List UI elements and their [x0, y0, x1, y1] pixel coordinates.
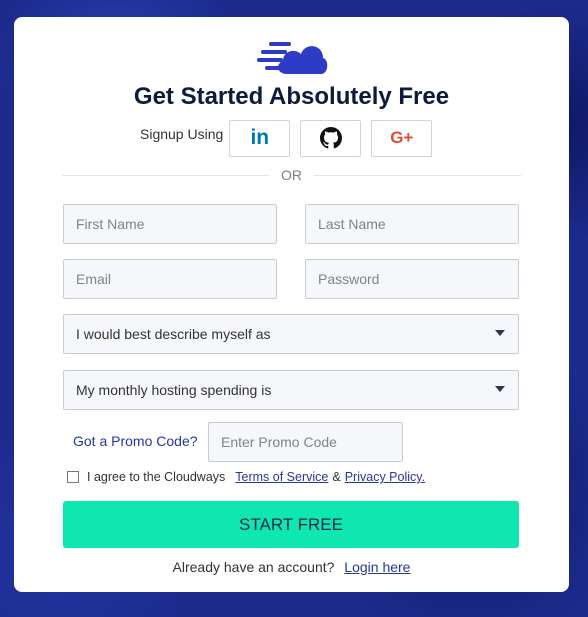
agree-checkbox[interactable] — [67, 471, 79, 483]
email-input[interactable] — [63, 259, 277, 299]
terms-agreement: I agree to the Cloudways Terms of Servic… — [67, 470, 425, 484]
github-icon — [319, 127, 342, 149]
login-row: Already have an account? Login here — [14, 559, 569, 575]
divider-line-right — [314, 174, 521, 176]
linkedin-icon: in — [250, 126, 270, 149]
divider-line-left — [62, 174, 269, 176]
caret-down-icon — [495, 386, 505, 392]
signup-label: Signup Using — [140, 126, 224, 142]
first-name-input[interactable] — [63, 204, 277, 244]
login-prompt: Already have an account? — [172, 559, 335, 575]
or-divider: OR — [62, 167, 521, 183]
google-plus-icon: G+ — [390, 128, 414, 147]
login-link[interactable]: Login here — [344, 559, 410, 575]
ampersand-text: & — [332, 470, 341, 484]
password-input[interactable] — [305, 259, 519, 299]
google-plus-button[interactable]: G+ — [371, 119, 433, 157]
signup-card: Get Started Absolutely Free Signup Using… — [14, 17, 569, 592]
terms-link[interactable]: Terms of Service — [235, 470, 328, 484]
promo-code-input[interactable] — [208, 422, 403, 462]
caret-down-icon — [495, 330, 505, 336]
page-title: Get Started Absolutely Free — [133, 83, 450, 110]
cloud-logo-icon — [257, 42, 328, 74]
spending-select[interactable]: My monthly hosting spending is — [63, 370, 519, 410]
promo-code-link[interactable]: Got a Promo Code? — [73, 433, 198, 449]
or-text: OR — [281, 167, 302, 183]
agree-text: I agree to the Cloudways — [87, 470, 226, 484]
describe-select[interactable]: I would best describe myself as — [63, 314, 519, 354]
github-button[interactable] — [300, 119, 362, 157]
spending-select-value: My monthly hosting spending is — [76, 382, 272, 398]
last-name-input[interactable] — [305, 204, 519, 244]
linkedin-button[interactable]: in — [229, 119, 291, 157]
privacy-link[interactable]: Privacy Policy. — [345, 470, 425, 484]
describe-select-value: I would best describe myself as — [76, 326, 271, 342]
start-free-button[interactable]: START FREE — [63, 501, 519, 548]
social-signup-row: Signup Using in G+ — [140, 119, 442, 157]
